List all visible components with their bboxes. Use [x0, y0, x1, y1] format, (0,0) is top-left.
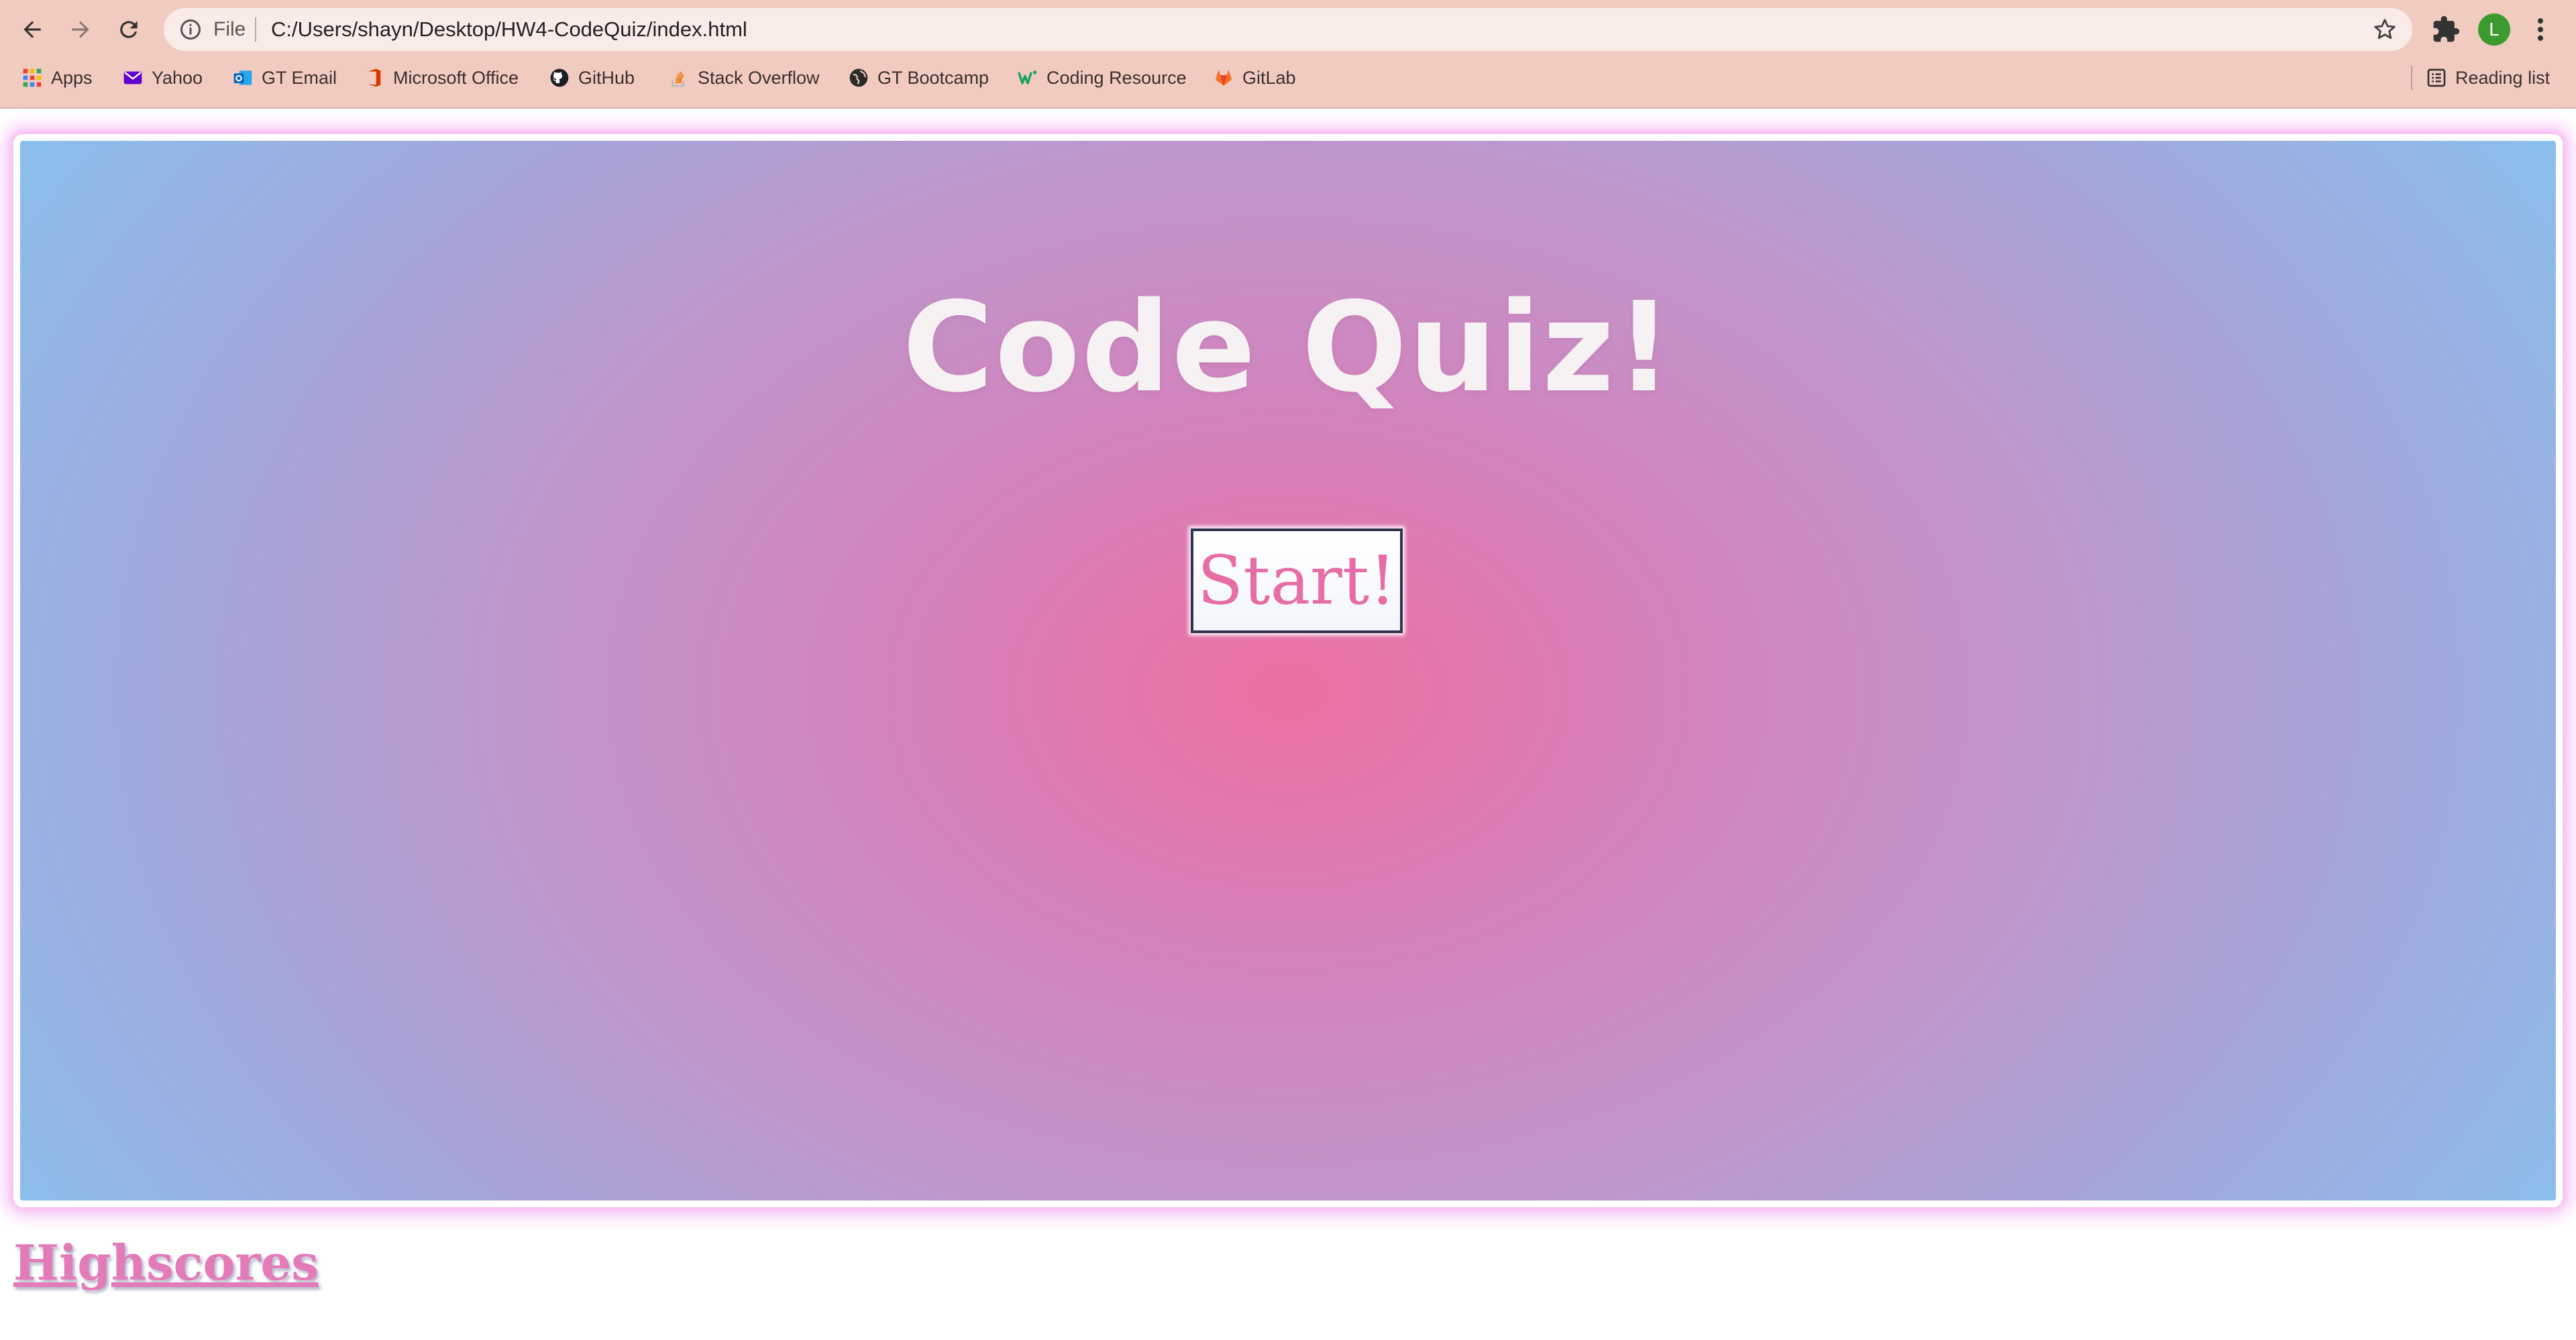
reading-list-icon: [2427, 68, 2446, 87]
office-icon: [368, 68, 381, 87]
bookmark-microsoft-office[interactable]: Microsoft Office: [364, 63, 519, 93]
extensions-puzzle-icon[interactable]: [2431, 15, 2461, 44]
bookmark-yahoo[interactable]: Yahoo: [122, 63, 203, 93]
highscores-link[interactable]: Highscores: [13, 1234, 319, 1291]
github-icon: [550, 68, 569, 87]
reading-list-button[interactable]: Reading list: [2426, 63, 2550, 93]
globe-icon: [849, 68, 868, 87]
quiz-hero-panel: Code Quiz! Start!: [13, 134, 2563, 1207]
url-text[interactable]: C:/Users/shayn/Desktop/HW4-CodeQuiz/inde…: [271, 17, 747, 42]
bookmarks-bar: Apps Yahoo GT Email Microsoft Office Git…: [0, 63, 2576, 93]
w-icon: [1018, 70, 1037, 85]
bookmark-label: Stack Overflow: [698, 67, 820, 88]
gitlab-icon: [1216, 70, 1232, 86]
reload-icon: [120, 21, 138, 38]
bookmark-stack-overflow[interactable]: Stack Overflow: [668, 63, 820, 93]
bookmark-github[interactable]: GitHub: [549, 63, 635, 93]
start-button[interactable]: Start!: [1191, 528, 1403, 633]
omnibox-divider: [255, 17, 256, 42]
bookmark-star-icon[interactable]: [2372, 17, 2398, 42]
reload-button[interactable]: [113, 13, 145, 46]
back-arrow-icon: [23, 21, 41, 38]
bookmark-gitlab[interactable]: GitLab: [1213, 63, 1296, 93]
bookmark-label: GitLab: [1242, 67, 1296, 88]
apps-grid-icon: [23, 68, 42, 87]
kebab-menu-icon[interactable]: [2530, 15, 2551, 44]
bookmark-coding-resource[interactable]: Coding Resource: [1017, 63, 1187, 93]
bookmark-label: GT Bootcamp: [877, 67, 989, 88]
profile-avatar[interactable]: L: [2478, 13, 2510, 46]
bookmark-label: Apps: [51, 67, 93, 88]
bookmark-gt-bootcamp[interactable]: GT Bootcamp: [848, 63, 989, 93]
back-button[interactable]: [16, 13, 48, 46]
bookmark-label: Yahoo: [152, 67, 203, 88]
browser-toolbar: File C:/Users/shayn/Desktop/HW4-CodeQuiz…: [0, 0, 2576, 59]
reading-list-label: Reading list: [2455, 67, 2551, 88]
bookmark-label: Coding Resource: [1046, 67, 1187, 88]
bookmark-label: GT Email: [262, 67, 337, 88]
address-bar[interactable]: File C:/Users/shayn/Desktop/HW4-CodeQuiz…: [164, 8, 2412, 51]
outlook-icon: [233, 70, 252, 85]
bookmark-label: GitHub: [578, 67, 635, 88]
bookmark-label: Microsoft Office: [393, 67, 519, 88]
forward-button[interactable]: [64, 13, 97, 46]
bookmarks-divider: [2411, 66, 2412, 90]
bookmark-gt-email[interactable]: GT Email: [232, 63, 337, 93]
stackoverflow-icon: [672, 71, 684, 87]
info-icon[interactable]: [178, 17, 203, 42]
page-title: Code Quiz!: [902, 275, 1674, 420]
bookmark-apps[interactable]: Apps: [21, 63, 93, 93]
forward-arrow-icon: [72, 21, 89, 38]
scheme-label: File: [213, 18, 246, 40]
browser-chrome: File C:/Users/shayn/Desktop/HW4-CodeQuiz…: [0, 0, 2576, 109]
yahoo-icon: [123, 71, 142, 85]
